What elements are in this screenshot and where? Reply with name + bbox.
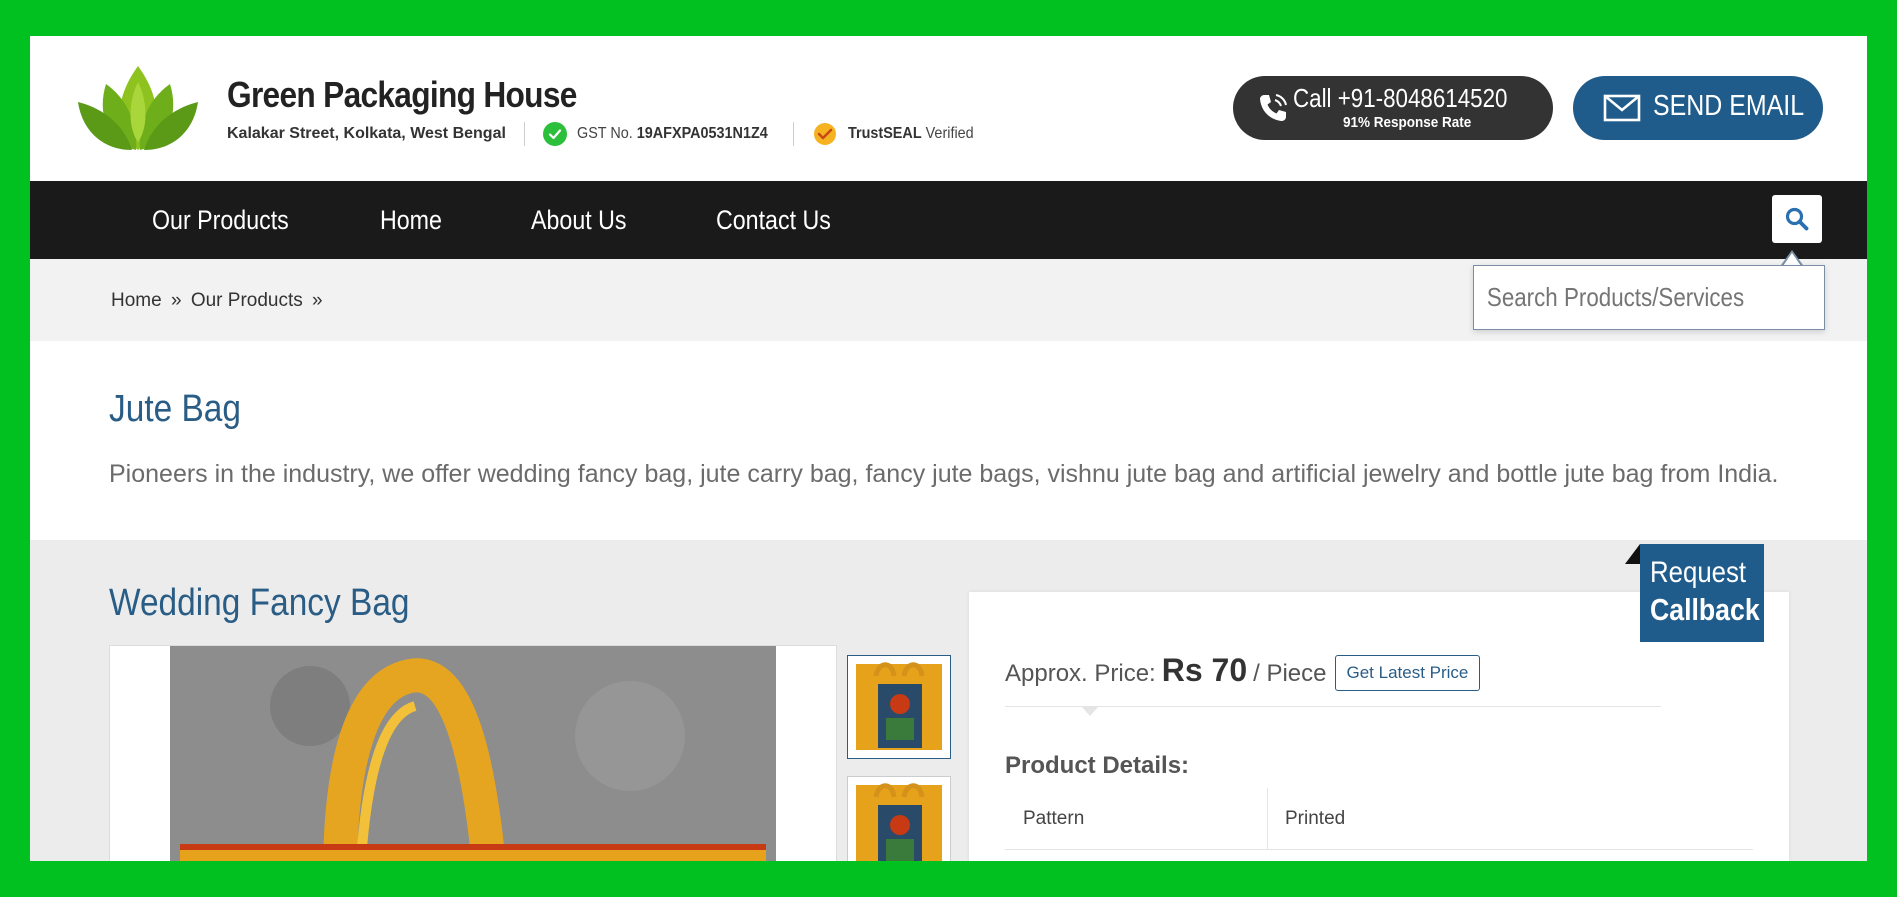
- lotus-logo-icon[interactable]: [76, 62, 200, 154]
- callback-label-line2: Callback: [1650, 592, 1760, 627]
- detail-value: Printed: [1285, 808, 1346, 829]
- page-frame: Green Packaging House Kalakar Street, Ko…: [30, 36, 1867, 861]
- breadcrumb-our-products[interactable]: Our Products: [191, 290, 303, 311]
- company-address: Kalakar Street, Kolkata, West Bengal: [227, 125, 506, 142]
- main-nav: Our Products Home About Us Contact Us: [30, 181, 1867, 259]
- divider-pointer: [1081, 706, 1099, 716]
- call-button[interactable]: Call +91-8048614520 91% Response Rate: [1233, 76, 1553, 140]
- gst-label: GST No.: [576, 125, 633, 142]
- callback-ribbon-fold: [1625, 544, 1640, 564]
- callback-label-line1: Request: [1650, 556, 1747, 589]
- check-circle-icon: [542, 122, 567, 146]
- envelope-icon: [1603, 94, 1641, 122]
- nav-item-about-us[interactable]: About Us: [531, 205, 627, 236]
- jute-bag-image: [170, 646, 776, 861]
- thumbnail-image: [856, 662, 942, 750]
- nav-item-contact-us[interactable]: Contact Us: [716, 205, 831, 236]
- product-main-image[interactable]: [109, 645, 837, 861]
- request-callback-button[interactable]: Request Callback: [1640, 544, 1764, 642]
- company-name[interactable]: Green Packaging House: [227, 74, 577, 116]
- divider: [523, 122, 525, 146]
- divider: [1267, 788, 1268, 850]
- search-dropdown: [1473, 265, 1825, 330]
- phone-icon: [1260, 94, 1287, 121]
- breadcrumb-separator: »: [312, 290, 323, 311]
- category-description: Pioneers in the industry, we offer weddi…: [109, 460, 1779, 488]
- call-number: Call +91-8048614520: [1293, 83, 1508, 113]
- company-subline: Kalakar Street, Kolkata, West Bengal GST…: [227, 122, 988, 146]
- gst-number: 19AFXPA0531N1Z4: [636, 125, 768, 142]
- breadcrumb-home[interactable]: Home: [111, 290, 162, 311]
- table-row: Pattern Printed: [1005, 788, 1753, 850]
- send-email-label: SEND EMAIL: [1653, 90, 1805, 122]
- get-latest-price-button[interactable]: Get Latest Price: [1334, 654, 1481, 691]
- price-unit: / Piece: [1253, 660, 1327, 687]
- trustseal-badge-icon: [813, 123, 836, 145]
- response-rate: 91% Response Rate: [1343, 114, 1472, 131]
- product-details-heading: Product Details:: [1005, 752, 1190, 779]
- divider: [792, 122, 794, 146]
- divider: [1005, 706, 1661, 707]
- price-label: Approx. Price:: [1005, 660, 1156, 687]
- product-thumbnail-1[interactable]: [847, 655, 951, 759]
- gst-info: GST No. 19AFXPA0531N1Z4: [577, 125, 768, 143]
- search-icon: [1785, 207, 1809, 231]
- price-line: Approx. Price: Rs 70 / Piece Get Latest …: [1005, 652, 1481, 691]
- price-value: Rs 70: [1161, 652, 1248, 688]
- search-input[interactable]: [1474, 266, 1775, 329]
- trustseal-info[interactable]: TrustSEAL Verified: [848, 125, 974, 143]
- trustseal-label: TrustSEAL: [847, 125, 922, 142]
- nav-item-our-products[interactable]: Our Products: [152, 205, 289, 236]
- search-button[interactable]: [1772, 195, 1822, 243]
- trustseal-status: Verified: [925, 125, 974, 142]
- site-header: Green Packaging House Kalakar Street, Ko…: [30, 36, 1867, 181]
- product-thumbnail-2[interactable]: [847, 776, 951, 861]
- detail-key: Pattern: [1023, 808, 1085, 829]
- send-email-button[interactable]: SEND EMAIL: [1573, 76, 1823, 140]
- breadcrumb-separator: »: [170, 290, 182, 311]
- nav-item-home[interactable]: Home: [380, 205, 442, 236]
- product-title[interactable]: Wedding Fancy Bag: [109, 582, 410, 625]
- breadcrumb: Home » Our Products »: [111, 290, 327, 312]
- thumbnail-image: [856, 783, 942, 861]
- category-title[interactable]: Jute Bag: [109, 388, 241, 431]
